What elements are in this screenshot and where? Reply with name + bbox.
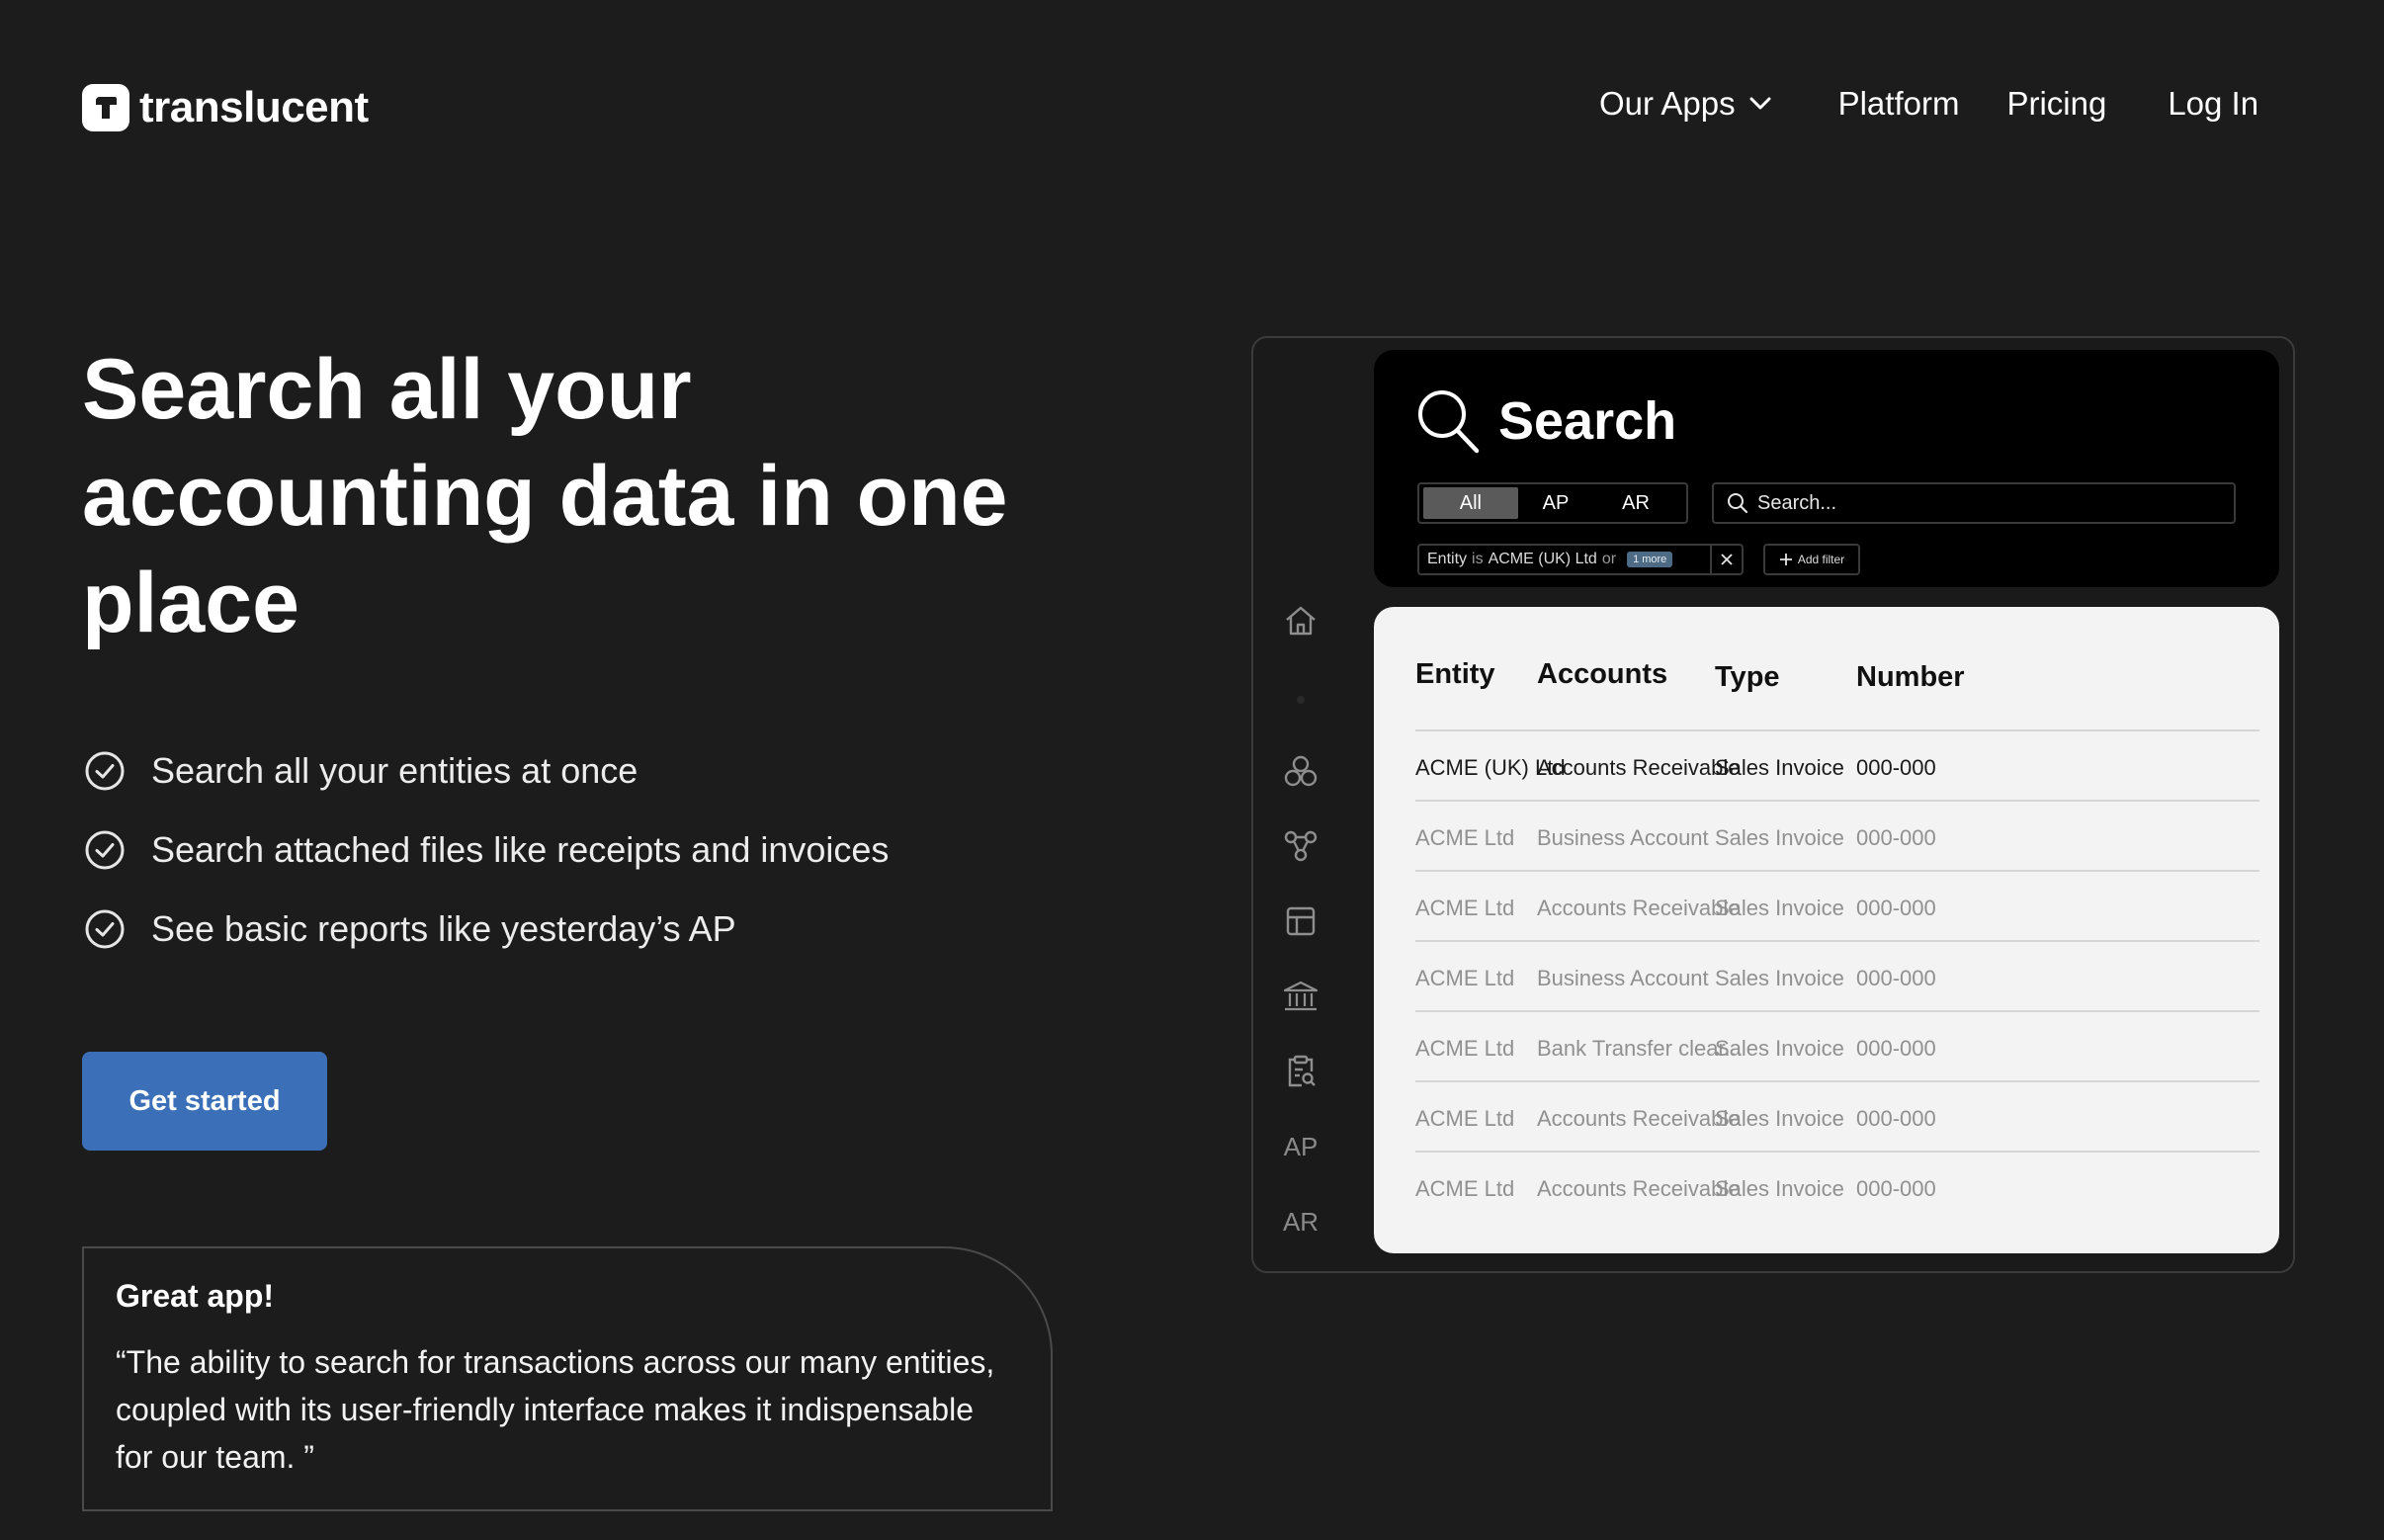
- testimonial-title: Great app!: [116, 1278, 275, 1314]
- search-title: Search: [1498, 391, 1677, 451]
- add-filter-label: Add filter: [1797, 553, 1845, 566]
- cell-entity: ACME Ltd: [1415, 1106, 1515, 1131]
- feature-item: Search attached files like receipts and …: [84, 811, 889, 890]
- nav-our-apps[interactable]: Our Apps: [1599, 85, 1771, 123]
- cell-number: 000-000: [1856, 825, 1936, 850]
- search-icon: [1728, 493, 1748, 514]
- type-segmented-control: All AP AR: [1417, 482, 1688, 524]
- chevron-down-icon: [1749, 97, 1771, 110]
- feature-list: Search all your entities at once Search …: [84, 731, 889, 969]
- search-panel: Search All AP AR Search... Entity is ACM…: [1374, 350, 2279, 587]
- check-circle-icon: [85, 909, 125, 949]
- segment-all[interactable]: All: [1423, 487, 1518, 519]
- table-row[interactable]: ACME Ltd Accounts Receivable Sales Invoi…: [1415, 872, 2259, 942]
- testimonial-quote: “The ability to search for transactions …: [116, 1344, 995, 1475]
- logo[interactable]: translucent: [82, 83, 369, 132]
- sidebar-item-ar[interactable]: AR: [1281, 1202, 1320, 1241]
- cell-number: 000-000: [1856, 896, 1936, 920]
- testimonial-card: Great app! “The ability to search for tr…: [82, 1246, 1053, 1511]
- table-row[interactable]: ACME Ltd Business Account Sales Invoice …: [1415, 802, 2259, 872]
- search-icon: [1418, 390, 1480, 454]
- bank-icon: [1281, 977, 1320, 1016]
- table-icon: [1281, 901, 1320, 941]
- filter-joiner: or: [1601, 551, 1617, 567]
- table-row[interactable]: ACME Ltd Accounts Receivable Sales Invoi…: [1415, 1082, 2259, 1153]
- cell-account: Accounts Receivable: [1537, 896, 1741, 920]
- cell-entity: ACME Ltd: [1415, 1036, 1515, 1061]
- translucent-logo-icon: [82, 84, 129, 131]
- cell-number: 000-000: [1856, 755, 1936, 780]
- search-input[interactable]: Search...: [1712, 482, 2236, 524]
- nav-links: Our Apps Platform Pricing Log In: [1599, 85, 2258, 123]
- cell-entity: ACME Ltd: [1415, 1176, 1515, 1201]
- cell-account: Bank Transfer clear...: [1537, 1036, 1743, 1061]
- check-circle-icon: [85, 751, 125, 791]
- cell-account: Accounts Receivable: [1537, 1176, 1741, 1201]
- nav-pricing[interactable]: Pricing: [2006, 85, 2106, 123]
- sidebar-ar-label: AR: [1282, 1206, 1320, 1237]
- feature-item: See basic reports like yesterday’s AP: [84, 890, 889, 969]
- top-nav: translucent Our Apps Platform Pricing Lo…: [0, 0, 2384, 214]
- sidebar-item-ap[interactable]: AP: [1281, 1127, 1320, 1166]
- cell-type: Sales Invoice: [1715, 966, 1844, 990]
- app-preview: AP AR Search All AP AR Search... Entity: [1251, 336, 2295, 1273]
- nav-log-in[interactable]: Log In: [2168, 85, 2258, 123]
- close-icon[interactable]: [1710, 544, 1742, 575]
- feature-item: Search all your entities at once: [84, 731, 889, 811]
- feature-text: Search attached files like receipts and …: [151, 829, 890, 870]
- cell-account: Business Account: [1537, 966, 1709, 990]
- table-row[interactable]: ACME Ltd Bank Transfer clear... Sales In…: [1415, 1012, 2259, 1082]
- column-header-accounts[interactable]: Accounts: [1537, 658, 1667, 691]
- nav-our-apps-label: Our Apps: [1599, 85, 1736, 122]
- cell-number: 000-000: [1856, 1176, 1936, 1201]
- filter-field: Entity: [1427, 551, 1468, 567]
- cell-type: Sales Invoice: [1715, 1106, 1844, 1131]
- table-row[interactable]: ACME Ltd Business Account Sales Invoice …: [1415, 942, 2259, 1012]
- cell-entity: ACME Ltd: [1415, 825, 1515, 850]
- home-icon: [1281, 601, 1320, 641]
- cell-type: Sales Invoice: [1715, 755, 1844, 780]
- dot-icon: [1281, 680, 1320, 720]
- cell-entity: ACME Ltd: [1415, 966, 1515, 990]
- cell-number: 000-000: [1856, 1036, 1936, 1061]
- segment-ar[interactable]: AR: [1589, 487, 1682, 519]
- clipboard-search-icon: [1281, 1052, 1320, 1091]
- hero-title: Search all your accounting data in one p…: [82, 342, 1008, 650]
- cell-account: Accounts Receivable: [1537, 1106, 1741, 1131]
- cell-type: Sales Invoice: [1715, 1176, 1844, 1201]
- check-circle-icon: [85, 830, 125, 870]
- cell-account: Accounts Receivable: [1537, 755, 1741, 780]
- entity-filter-chip[interactable]: Entity is ACME (UK) Ltd or 1 more: [1417, 544, 1744, 575]
- add-filter-button[interactable]: Add filter: [1763, 544, 1860, 575]
- cell-type: Sales Invoice: [1715, 1036, 1844, 1061]
- network-icon: [1281, 826, 1320, 866]
- column-header-type[interactable]: Type: [1715, 661, 1780, 694]
- entities-icon: [1281, 751, 1320, 791]
- results-table: Entity Accounts Type Number ACME (UK) Lt…: [1374, 607, 2279, 1253]
- filter-operator: is: [1472, 551, 1484, 567]
- sidebar-ap-label: AP: [1283, 1131, 1319, 1161]
- get-started-button[interactable]: Get started: [82, 1052, 327, 1151]
- feature-text: Search all your entities at once: [151, 750, 639, 791]
- filter-value: ACME (UK) Ltd: [1488, 551, 1597, 567]
- cell-entity: ACME Ltd: [1415, 896, 1515, 920]
- cell-type: Sales Invoice: [1715, 896, 1844, 920]
- plus-icon: [1779, 554, 1792, 565]
- table-row[interactable]: ACME (UK) Ltd Accounts Receivable Sales …: [1415, 731, 2259, 802]
- cell-number: 000-000: [1856, 1106, 1936, 1131]
- column-header-number[interactable]: Number: [1856, 661, 1965, 694]
- cell-account: Business Account: [1537, 825, 1709, 850]
- search-placeholder: Search...: [1757, 491, 1837, 514]
- feature-text: See basic reports like yesterday’s AP: [151, 908, 736, 949]
- table-row[interactable]: ACME Ltd Accounts Receivable Sales Invoi…: [1415, 1153, 2259, 1223]
- cell-number: 000-000: [1856, 966, 1936, 990]
- filter-more-badge: 1 more: [1627, 552, 1673, 567]
- segment-ap[interactable]: AP: [1522, 487, 1589, 519]
- nav-platform[interactable]: Platform: [1838, 85, 1960, 123]
- cell-type: Sales Invoice: [1715, 825, 1844, 850]
- search-heading: Search: [1415, 387, 1676, 455]
- column-header-entity[interactable]: Entity: [1415, 658, 1495, 691]
- brand-name: translucent: [139, 83, 369, 131]
